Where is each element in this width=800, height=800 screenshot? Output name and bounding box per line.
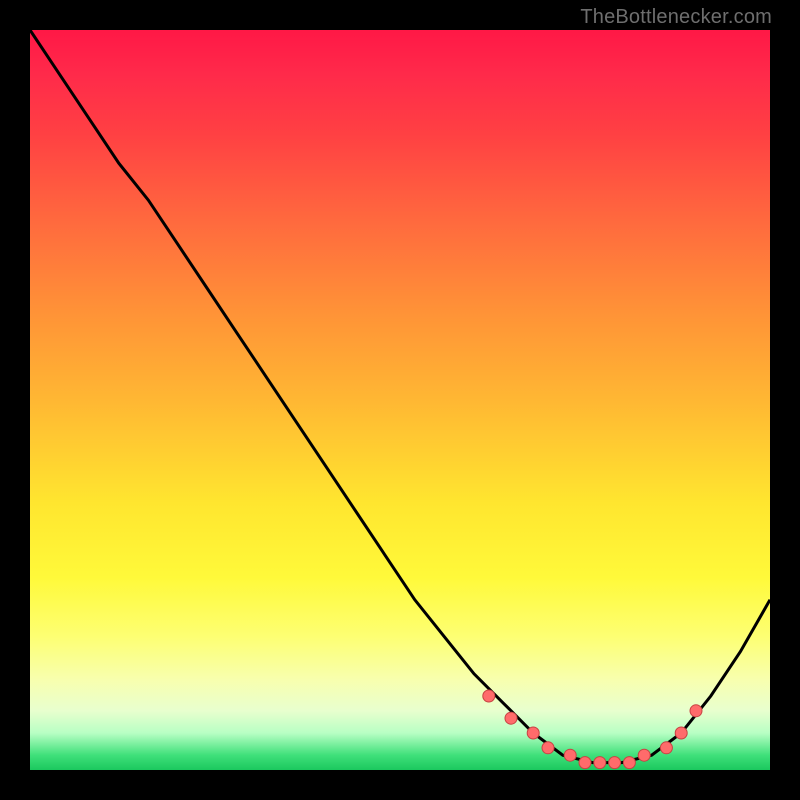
trough-marker <box>483 690 495 702</box>
trough-markers <box>483 690 702 769</box>
trough-marker <box>675 727 687 739</box>
trough-marker <box>594 757 606 769</box>
trough-marker <box>609 757 621 769</box>
trough-marker <box>660 742 672 754</box>
chart-frame: TheBottlenecker.com <box>0 0 800 800</box>
trough-marker <box>579 757 591 769</box>
trough-marker <box>527 727 539 739</box>
trough-marker <box>638 749 650 761</box>
attribution-label: TheBottlenecker.com <box>580 6 772 29</box>
curve-layer <box>30 30 770 770</box>
trough-marker <box>564 749 576 761</box>
trough-marker <box>690 705 702 717</box>
bottleneck-curve <box>30 30 770 763</box>
plot-area <box>30 30 770 770</box>
trough-marker <box>505 712 517 724</box>
trough-marker <box>623 757 635 769</box>
trough-marker <box>542 742 554 754</box>
